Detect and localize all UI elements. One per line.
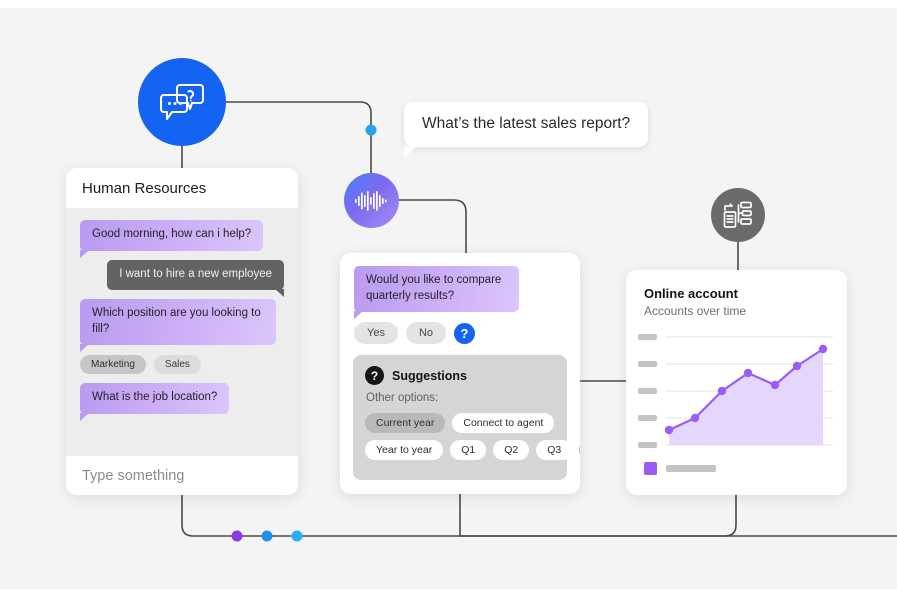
chat-bubble-bot: Good morning, how can i help? (80, 220, 264, 257)
suggestions-panel: ? Suggestions Other options: Current yea… (353, 355, 580, 481)
chat-bubbles-question-glyph (160, 84, 204, 120)
option-current-year[interactable]: Current year (365, 413, 446, 434)
speech-bubble: What’s the latest sales report? (404, 102, 649, 158)
option-q3[interactable]: Q3 (536, 440, 573, 461)
audio-waveform-glyph (354, 190, 387, 211)
option-q1[interactable]: Q1 (450, 440, 487, 461)
help-question-icon[interactable]: ? (454, 322, 476, 344)
suggestions-top-section: Would you like to compare quarterly resu… (340, 253, 580, 345)
chat-bubble-user: I want to hire a new employee (107, 259, 284, 297)
chart-point (664, 425, 674, 435)
bottom-margin-band (0, 589, 897, 597)
hr-input-placeholder: Type something (82, 467, 185, 484)
audio-waveform-icon[interactable] (344, 173, 399, 228)
suggestions-subtitle: Other options: (366, 392, 439, 405)
suggestion-option-row-1: Current year Connect to agent (365, 413, 555, 434)
top-margin-band (0, 0, 897, 8)
option-q4[interactable]: Q4 (579, 440, 580, 461)
legend-label-placeholder (666, 465, 716, 472)
human-resources-chat-card: Human Resources Good morning, how can i … (66, 168, 298, 495)
chart-svg (664, 336, 833, 446)
suggestions-chat-card: Would you like to compare quarterly resu… (340, 253, 580, 494)
dot-voice-link (365, 124, 377, 136)
dot-bottom-3 (291, 530, 303, 542)
chart-plot-area (626, 329, 847, 461)
chip-marketing[interactable]: Marketing (80, 355, 146, 375)
quick-reply-no[interactable]: No (405, 322, 447, 345)
chat-bubbles-question-icon[interactable] (138, 58, 226, 146)
chat-bubble-bot: Which position are you looking to fill? (80, 299, 276, 353)
chart-title: Online account (644, 286, 738, 301)
chart-point (770, 380, 780, 390)
document-transform-flow-icon[interactable] (711, 188, 765, 242)
chat-bubble-bot: What is the job location? (80, 383, 230, 420)
chip-sales[interactable]: Sales (153, 355, 201, 375)
suggestions-title: Suggestions (392, 368, 468, 383)
option-q2[interactable]: Q2 (493, 440, 530, 461)
hr-chip-row: Marketing Sales (80, 355, 284, 375)
dot-bottom-2 (261, 530, 273, 542)
quick-reply-yes[interactable]: Yes (354, 322, 398, 345)
hr-message-input[interactable]: Type something (66, 456, 298, 495)
hr-message-list: Good morning, how can i help? I want to … (66, 208, 298, 456)
diagram-canvas: What’s the latest sales report? Human Re… (0, 0, 897, 597)
option-year-to-year[interactable]: Year to year (365, 440, 444, 461)
chart-point (690, 413, 700, 423)
chart-point (818, 344, 828, 354)
legend-color-swatch (644, 462, 657, 475)
question-mark-icon: ? (365, 366, 384, 386)
chart-legend (644, 462, 716, 475)
quick-reply-row: Yes No ? (354, 322, 566, 345)
option-connect-to-agent[interactable]: Connect to agent (452, 413, 555, 434)
dot-bottom-1 (231, 530, 243, 542)
hr-card-title: Human Resources (66, 168, 298, 208)
chart-point (717, 386, 727, 396)
document-transform-glyph (723, 201, 752, 228)
chart-subtitle: Accounts over time (644, 304, 747, 318)
suggestions-header: ? Suggestions (365, 366, 555, 386)
chat-bubble-bot: Would you like to compare quarterly resu… (354, 266, 519, 320)
suggestion-option-row-2: Year to year Q1 Q2 Q3 Q4 (365, 440, 580, 461)
online-account-chart-card: Online account Accounts over time (626, 270, 847, 495)
chart-point (792, 361, 802, 371)
chart-point (743, 368, 753, 378)
